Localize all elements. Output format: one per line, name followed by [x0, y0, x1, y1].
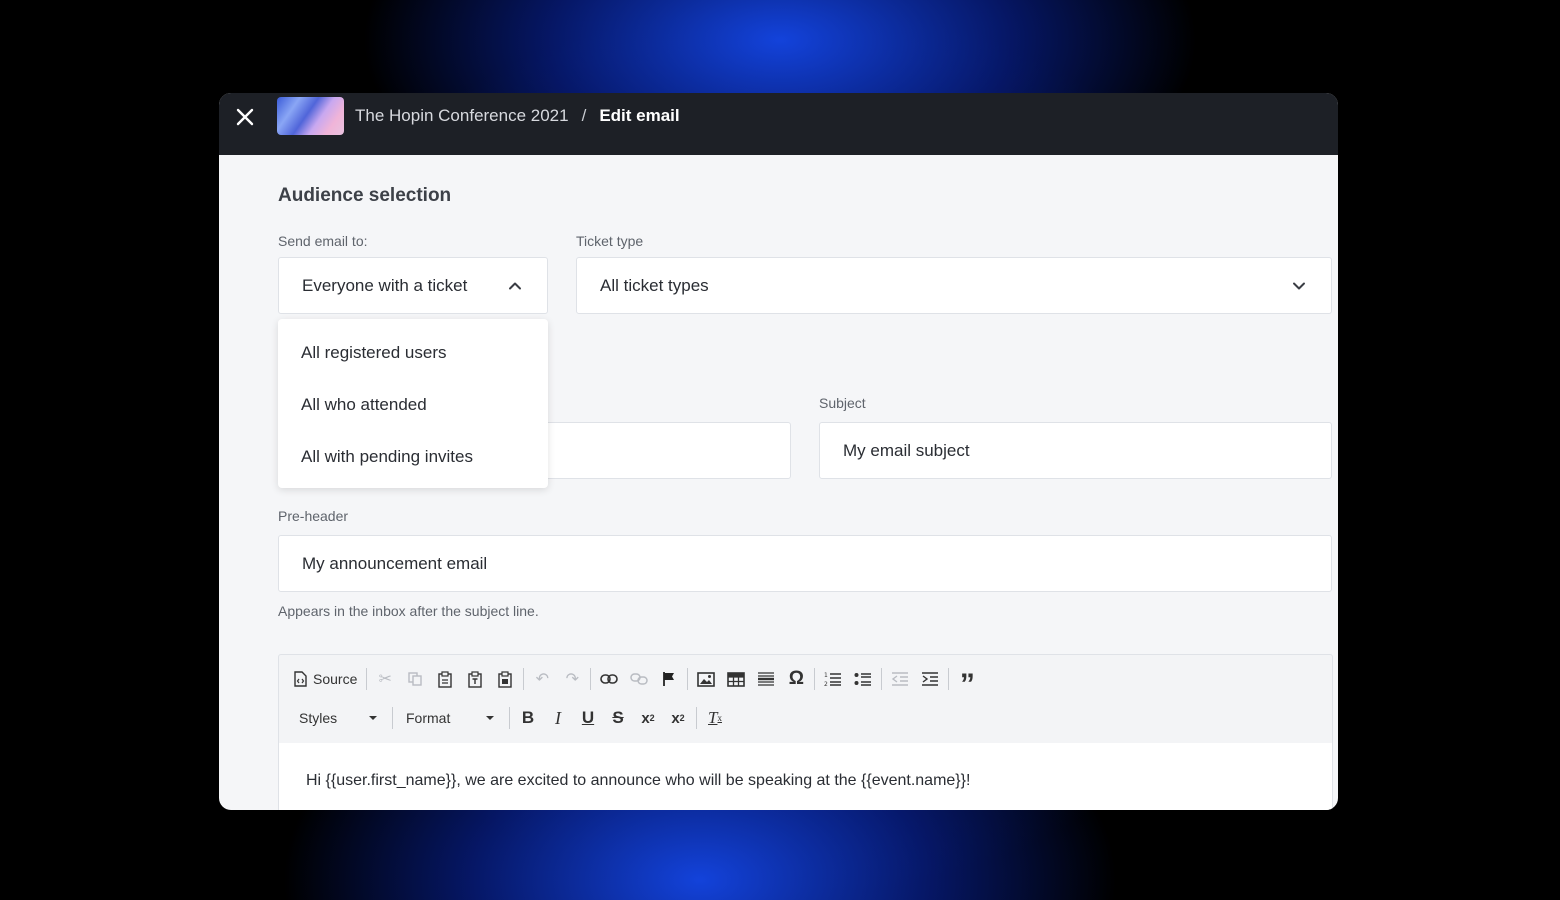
cut-icon[interactable]: ✂: [370, 666, 400, 692]
option-all-registered-users[interactable]: All registered users: [301, 343, 447, 363]
ticket-type-label: Ticket type: [576, 233, 644, 249]
preheader-label: Pre-header: [278, 508, 349, 524]
svg-text:1: 1: [824, 672, 828, 679]
bold-icon[interactable]: B: [513, 705, 543, 731]
preheader-helper: Appears in the inbox after the subject l…: [278, 603, 539, 619]
toolbar-separator: [392, 707, 393, 729]
send-to-dropdown-menu: All registered users All who attended Al…: [278, 319, 548, 488]
send-to-value: Everyone with a ticket: [302, 275, 468, 295]
special-character-icon[interactable]: Ω: [781, 666, 811, 692]
breadcrumb: The Hopin Conference 2021 / Edit email: [355, 105, 680, 127]
image-icon[interactable]: [691, 666, 721, 692]
italic-icon[interactable]: I: [543, 705, 573, 731]
increase-indent-icon[interactable]: [915, 666, 945, 692]
table-icon[interactable]: [721, 666, 751, 692]
subject-value: My email subject: [843, 440, 970, 460]
paste-word-icon[interactable]: [490, 666, 520, 692]
close-button[interactable]: [233, 105, 257, 129]
strikethrough-icon[interactable]: S: [603, 705, 633, 731]
preheader-value: My announcement email: [302, 553, 488, 573]
toolbar-separator: [814, 668, 816, 690]
subject-label: Subject: [819, 395, 866, 411]
preheader-input[interactable]: My announcement email: [278, 535, 1332, 592]
ticket-type-value: All ticket types: [600, 275, 709, 295]
breadcrumb-separator: /: [581, 106, 587, 125]
edit-email-window: The Hopin Conference 2021 / Edit email A…: [219, 93, 1338, 810]
source-button[interactable]: Source: [279, 671, 363, 687]
toolbar-separator: [687, 668, 689, 690]
option-all-with-pending-invites[interactable]: All with pending invites: [301, 447, 473, 467]
editor-body-text: Hi {{user.first_name}}, we are excited t…: [306, 772, 971, 789]
option-all-who-attended[interactable]: All who attended: [301, 395, 427, 415]
section-title: Audience selection: [278, 185, 452, 206]
dropdown-caret-icon: [369, 716, 377, 720]
ticket-type-select[interactable]: All ticket types: [576, 257, 1332, 314]
undo-icon[interactable]: ↶: [527, 666, 557, 692]
toolbar-separator: [696, 707, 697, 729]
blockquote-icon[interactable]: ”: [952, 666, 982, 701]
send-to-select[interactable]: Everyone with a ticket: [278, 257, 548, 314]
toolbar-separator: [590, 668, 592, 690]
styles-label: Styles: [299, 710, 338, 726]
breadcrumb-current: Edit email: [599, 106, 680, 125]
unlink-icon[interactable]: [624, 666, 654, 692]
breadcrumb-event[interactable]: The Hopin Conference 2021: [355, 106, 569, 126]
link-icon[interactable]: [594, 666, 624, 692]
editor-content[interactable]: Hi {{user.first_name}}, we are excited t…: [279, 743, 1332, 810]
underline-icon[interactable]: U: [573, 705, 603, 731]
editor-toolbar-row-2: Styles Format B I U S x2 x2 Tx: [279, 703, 730, 733]
source-icon: [294, 671, 307, 687]
copy-icon[interactable]: [400, 666, 430, 692]
anchor-flag-icon[interactable]: [654, 666, 684, 692]
numbered-list-icon[interactable]: 12: [818, 666, 848, 692]
source-label: Source: [313, 671, 358, 687]
top-bar: The Hopin Conference 2021 / Edit email: [219, 93, 1338, 155]
toolbar-separator: [366, 668, 368, 690]
dropdown-caret-icon: [486, 716, 494, 720]
rich-text-editor: Source ✂ ↶ ↷ Ω 1 2 ” Styles Format B I U…: [278, 654, 1333, 810]
subject-input[interactable]: My email subject: [819, 422, 1332, 479]
svg-text:2: 2: [824, 681, 828, 687]
format-dropdown[interactable]: Format: [396, 705, 506, 731]
chevron-up-icon: [509, 282, 521, 289]
redo-icon[interactable]: ↷: [557, 666, 587, 692]
horizontal-line-icon[interactable]: [751, 666, 781, 692]
chevron-down-icon: [1293, 282, 1305, 289]
remove-format-icon[interactable]: Tx: [700, 705, 730, 731]
paste-icon[interactable]: [430, 666, 460, 692]
decrease-indent-icon[interactable]: [885, 666, 915, 692]
toolbar-separator: [523, 668, 525, 690]
format-label: Format: [406, 710, 451, 726]
superscript-icon[interactable]: x2: [663, 705, 693, 731]
bulleted-list-icon[interactable]: [848, 666, 878, 692]
send-to-label: Send email to:: [278, 233, 368, 249]
subscript-icon[interactable]: x2: [633, 705, 663, 731]
editor-toolbar-row-1: Source ✂ ↶ ↷ Ω 1 2 ”: [279, 664, 982, 701]
paste-text-icon[interactable]: [460, 666, 490, 692]
event-thumbnail: [277, 97, 344, 135]
close-icon: [236, 108, 254, 126]
toolbar-separator: [948, 668, 950, 690]
toolbar-separator: [881, 668, 883, 690]
toolbar-separator: [509, 707, 510, 729]
styles-dropdown[interactable]: Styles: [279, 705, 389, 731]
